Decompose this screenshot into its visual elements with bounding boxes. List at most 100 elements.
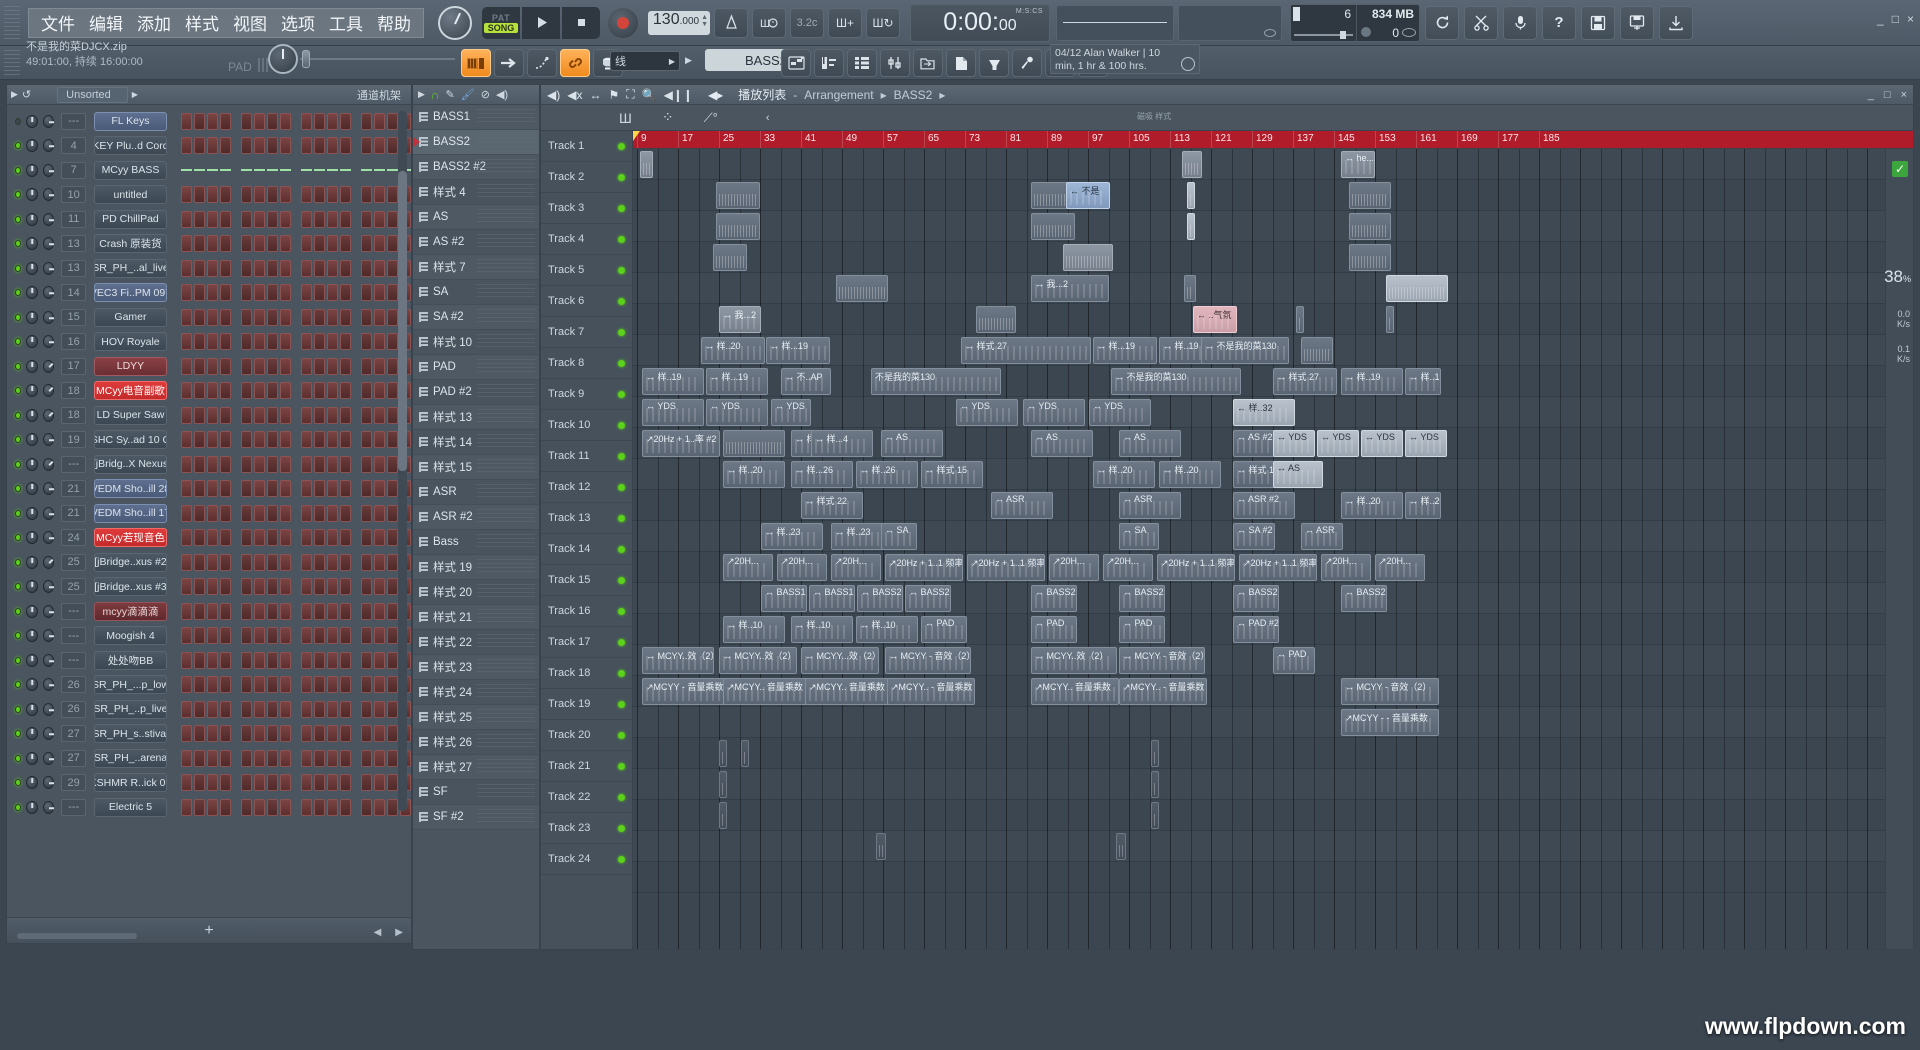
step-button[interactable] xyxy=(339,235,351,253)
playlist-clip[interactable]: ↗20H... xyxy=(1375,554,1425,581)
playlist-window-icon[interactable] xyxy=(781,49,811,77)
playlist-track-header[interactable]: Track 9 xyxy=(541,379,632,410)
channel-name-button[interactable]: MCyy若现音色 xyxy=(93,528,167,548)
channel-name-button[interactable]: SR_PH_..al_live xyxy=(93,258,167,278)
step-button[interactable] xyxy=(313,235,325,253)
step-button[interactable] xyxy=(360,235,372,253)
step-button[interactable] xyxy=(180,455,192,473)
playlist-track-header[interactable]: Track 14 xyxy=(541,534,632,565)
step-sequencer-row[interactable] xyxy=(180,284,411,302)
step-button[interactable] xyxy=(279,578,291,596)
track-enable-led[interactable] xyxy=(618,794,625,801)
step-button[interactable] xyxy=(279,406,291,424)
step-sequencer-icon[interactable] xyxy=(461,49,491,77)
step-button[interactable] xyxy=(253,651,265,669)
playlist-clip[interactable]: ↔ BASS2 #2 xyxy=(1233,585,1279,612)
step-button[interactable] xyxy=(326,235,338,253)
tempo-spinner[interactable]: ▲ ▼ xyxy=(701,14,708,28)
step-button[interactable] xyxy=(326,112,338,130)
step-button[interactable] xyxy=(219,137,231,155)
step-button[interactable] xyxy=(326,210,338,228)
step-button[interactable] xyxy=(386,529,398,547)
channel-pan-knob[interactable] xyxy=(26,482,38,496)
channel-row[interactable]: 26 SR_PH_..p_live xyxy=(7,697,411,722)
headphone-icon[interactable]: ∩ xyxy=(431,88,440,102)
step-button[interactable] xyxy=(279,455,291,473)
toolbar2-grip[interactable] xyxy=(4,49,20,76)
step-button[interactable] xyxy=(266,112,278,130)
snap-select[interactable]: 线 ▶ xyxy=(610,51,680,71)
playlist-clip[interactable]: ↔ AS xyxy=(1119,430,1181,457)
step-button[interactable] xyxy=(360,651,372,669)
step-button[interactable] xyxy=(266,259,278,277)
metronome-icon[interactable] xyxy=(714,7,748,38)
step-button[interactable] xyxy=(253,480,265,498)
channel-name-button[interactable]: KEY Plu..d Cord xyxy=(93,136,167,156)
playlist-clip[interactable]: ↔ YDS xyxy=(956,399,1018,426)
playlist-timeline[interactable]: 9 17 25 33 41 49 57 65 73 81 89 97 105 113 121 129 137 14… xyxy=(633,131,1913,149)
channel-row[interactable]: 24 MCyy若现音色 xyxy=(7,526,411,551)
step-button[interactable] xyxy=(253,112,265,130)
pattern-item[interactable]: 样式 24 xyxy=(413,680,539,705)
step-button[interactable] xyxy=(313,333,325,351)
channel-volume-knob[interactable] xyxy=(42,188,55,202)
step-sequencer-row[interactable] xyxy=(180,455,411,473)
playlist-mute-icon[interactable]: ◀x xyxy=(567,88,582,102)
step-button[interactable] xyxy=(279,259,291,277)
step-button[interactable] xyxy=(326,774,338,792)
channel-mixer-number[interactable]: 11 xyxy=(61,210,86,228)
step-button[interactable] xyxy=(279,627,291,645)
step-button[interactable] xyxy=(193,651,205,669)
channel-row[interactable]: 13 Crash 原装货 xyxy=(7,232,411,257)
channel-mute-led[interactable] xyxy=(15,607,22,615)
channel-pan-knob[interactable] xyxy=(26,751,38,765)
playlist-track-header[interactable]: Track 11 xyxy=(541,441,632,472)
step-button[interactable] xyxy=(279,651,291,669)
step-button[interactable] xyxy=(326,455,338,473)
step-indicator[interactable] xyxy=(219,169,231,172)
channel-row[interactable]: 25 [jBridge..xus #2 xyxy=(7,550,411,575)
playlist-clip[interactable]: ↔ BASS2 xyxy=(857,585,903,612)
playlist-clip[interactable]: ↔ 样..20 xyxy=(1159,461,1221,488)
pattern-item[interactable]: 样式 20 xyxy=(413,580,539,605)
record-button[interactable] xyxy=(608,7,638,38)
step-button[interactable] xyxy=(240,651,252,669)
step-button[interactable] xyxy=(313,504,325,522)
slide-icon[interactable] xyxy=(527,49,557,77)
channel-volume-knob[interactable] xyxy=(42,555,55,569)
channel-name-button[interactable]: LDYY xyxy=(93,356,167,376)
step-button[interactable] xyxy=(300,774,312,792)
cut-icon[interactable] xyxy=(1464,5,1498,40)
step-button[interactable] xyxy=(180,725,192,743)
step-button[interactable] xyxy=(240,308,252,326)
step-button[interactable] xyxy=(360,210,372,228)
step-button[interactable] xyxy=(253,284,265,302)
step-button[interactable] xyxy=(279,553,291,571)
step-button[interactable] xyxy=(240,431,252,449)
playlist-clip[interactable]: ↔ 我...2 xyxy=(719,306,761,333)
pattern-item[interactable]: 样式 13 xyxy=(413,405,539,430)
step-button[interactable] xyxy=(180,406,192,424)
step-button[interactable] xyxy=(326,651,338,669)
step-button[interactable] xyxy=(386,651,398,669)
step-sequencer-row[interactable] xyxy=(180,602,411,620)
step-button[interactable] xyxy=(300,725,312,743)
playlist-clip[interactable] xyxy=(1349,182,1391,209)
channel-volume-knob[interactable] xyxy=(42,384,55,398)
step-button[interactable] xyxy=(279,529,291,547)
channel-pan-knob[interactable] xyxy=(26,384,38,398)
channel-mute-led[interactable] xyxy=(15,656,22,664)
step-button[interactable] xyxy=(360,137,372,155)
playlist-clip[interactable] xyxy=(1184,275,1196,302)
step-button[interactable] xyxy=(386,749,398,767)
playlist-clip[interactable]: ↔ 样...26 xyxy=(791,461,853,488)
track-enable-led[interactable] xyxy=(618,608,625,615)
step-indicator[interactable] xyxy=(300,169,312,172)
step-button[interactable] xyxy=(219,798,231,816)
step-button[interactable] xyxy=(373,553,385,571)
channel-row[interactable]: --- mcyy滴滴滴 xyxy=(7,599,411,624)
playlist-clip[interactable]: ↔ 样式 27 xyxy=(1273,368,1337,395)
playlist-clip[interactable]: ↔ 样..32 xyxy=(1233,399,1295,426)
step-button[interactable] xyxy=(313,651,325,669)
step-button[interactable] xyxy=(326,333,338,351)
